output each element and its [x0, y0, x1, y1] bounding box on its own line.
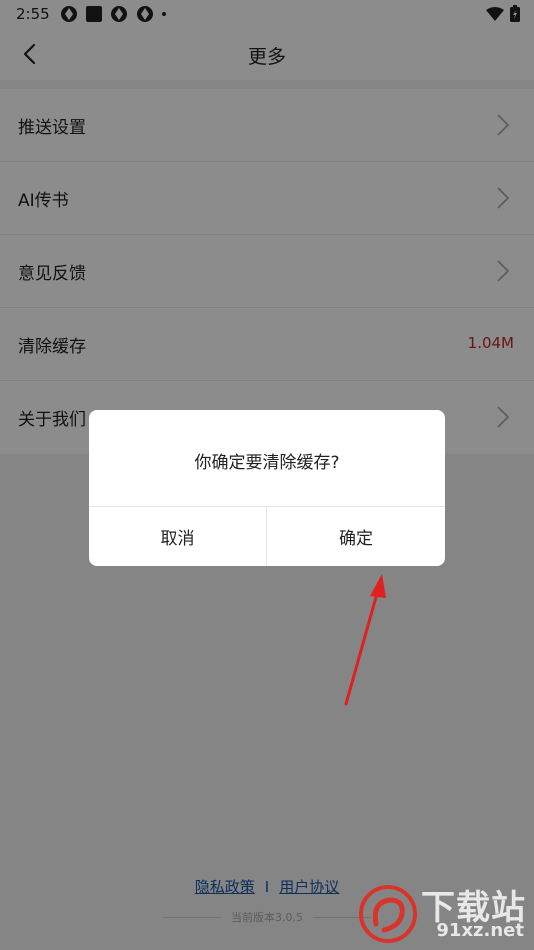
cancel-button[interactable]: 取消: [89, 507, 267, 566]
dialog-message: 你确定要清除缓存?: [194, 453, 340, 473]
confirm-button[interactable]: 确定: [267, 507, 445, 566]
confirm-dialog: 你确定要清除缓存? 取消 确定: [89, 410, 445, 566]
site-watermark: 下载站 91xz.net: [358, 880, 528, 946]
watermark-logo-icon: [359, 885, 417, 943]
watermark-domain: 91xz.net: [436, 920, 524, 941]
